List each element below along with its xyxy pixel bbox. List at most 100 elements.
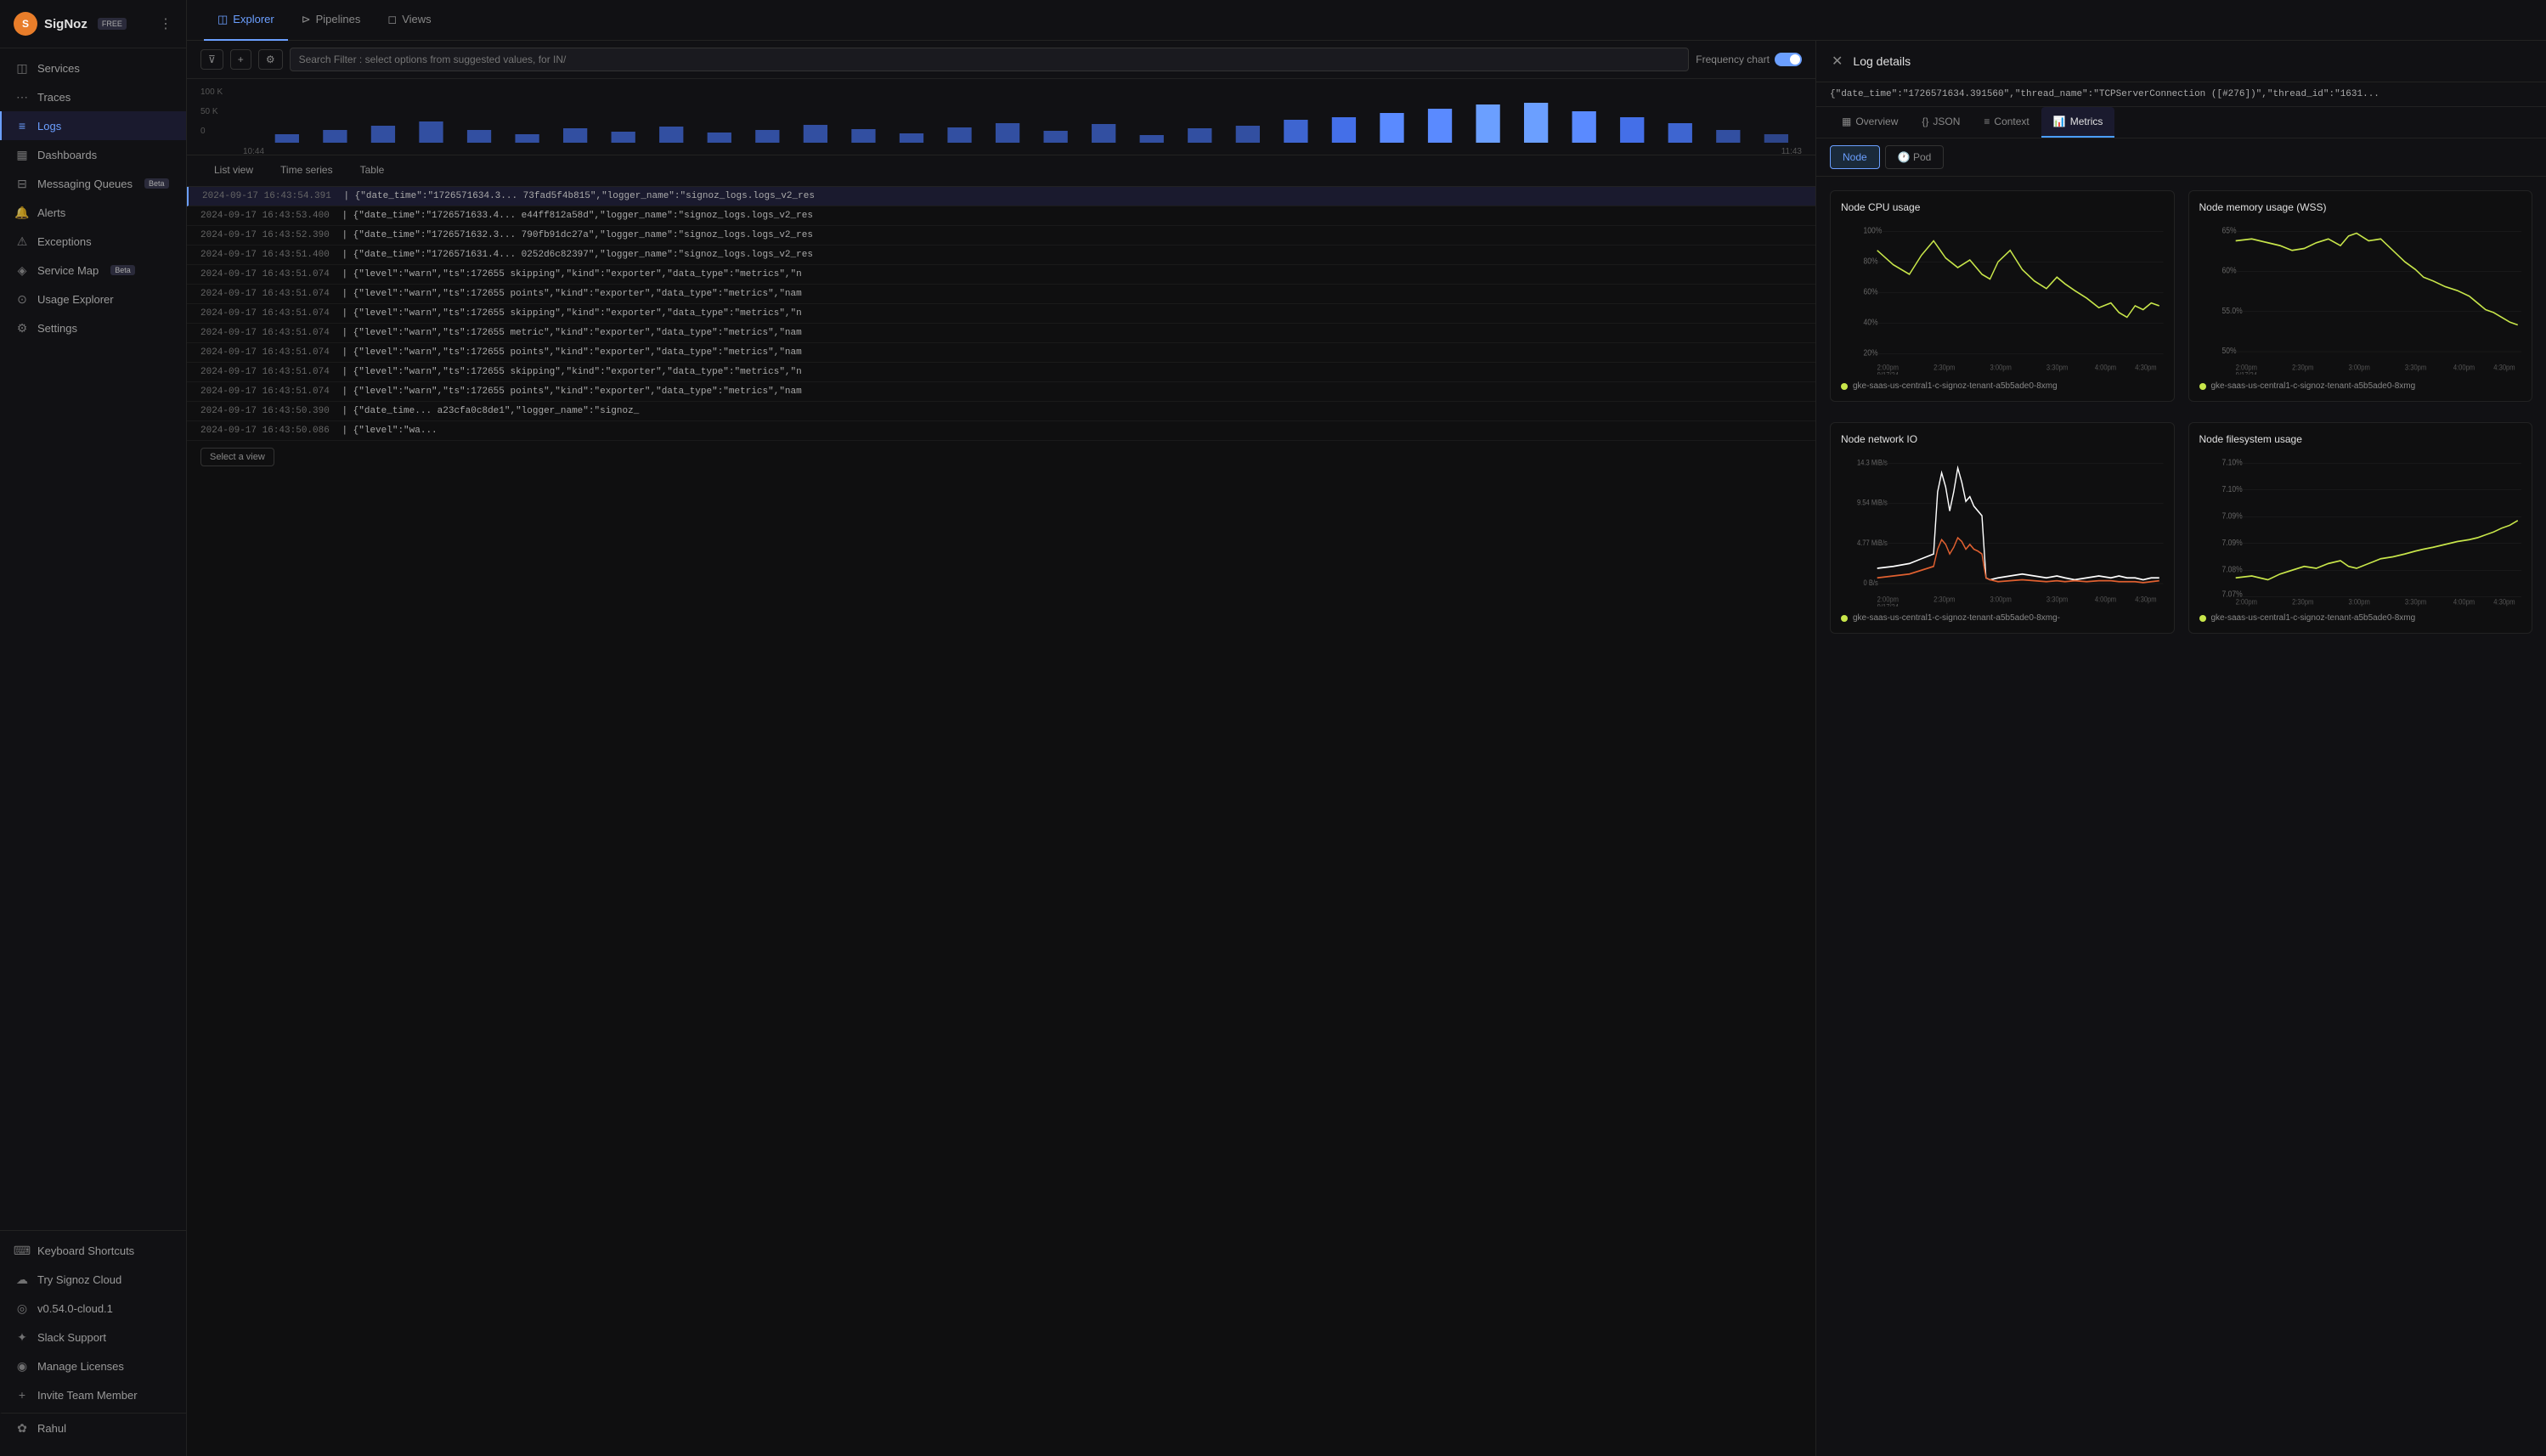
logs-icon: ≡: [15, 119, 29, 133]
sidebar-item-licenses[interactable]: ◉ Manage Licenses: [0, 1352, 186, 1380]
sidebar-item-alerts[interactable]: 🔔 Alerts: [0, 198, 186, 227]
log-timestamp: 2024-09-17 16:43:51.400: [200, 250, 330, 260]
y-label: 50 K: [200, 107, 223, 116]
legend-dot: [1841, 383, 1848, 390]
log-row[interactable]: 2024-09-17 16:43:51.074 | {"level":"warn…: [187, 285, 1815, 304]
legend-dot: [2199, 615, 2206, 622]
log-row[interactable]: 2024-09-17 16:43:51.074 | {"level":"warn…: [187, 382, 1815, 402]
search-input[interactable]: [290, 48, 1690, 71]
tab-views[interactable]: ◻ Views: [374, 0, 444, 41]
sidebar-item-label: Messaging Queues: [37, 178, 133, 190]
sidebar-item-label: Alerts: [37, 206, 65, 219]
tab-metrics[interactable]: 📊 Metrics: [2041, 107, 2115, 138]
licenses-icon: ◉: [15, 1359, 29, 1373]
sidebar-item-cloud[interactable]: ☁ Try Signoz Cloud: [0, 1265, 186, 1294]
user-icon: ✿: [15, 1421, 29, 1435]
sidebar-item-exceptions[interactable]: ⚠ Exceptions: [0, 227, 186, 256]
log-row[interactable]: 2024-09-17 16:43:54.391 | {"date_time":"…: [187, 187, 1815, 206]
sidebar-item-services[interactable]: ◫ Services: [0, 54, 186, 82]
log-timestamp: 2024-09-17 16:43:51.074: [200, 308, 330, 319]
keyboard-icon: ⌨: [15, 1244, 29, 1257]
sidebar-item-user[interactable]: ✿ Rahul: [0, 1413, 186, 1442]
log-row[interactable]: 2024-09-17 16:43:51.400 | {"date_time":"…: [187, 245, 1815, 265]
node-cpu-chart-container: 100% 80% 60% 40% 20%: [1841, 222, 2164, 375]
log-details-panel: ✕ Log details {"date_time":"1726571634.3…: [1815, 41, 2546, 1456]
tab-overview[interactable]: ▦ Overview: [1830, 107, 1910, 138]
svg-text:20%: 20%: [1864, 348, 1878, 358]
messaging-badge: Beta: [144, 178, 169, 189]
add-filter-button[interactable]: +: [230, 49, 251, 70]
subtab-pod[interactable]: 🕐 Pod: [1885, 145, 1945, 169]
sidebar-item-servicemap[interactable]: ◈ Service Map Beta: [0, 256, 186, 285]
node-filesystem-legend: gke-saas-us-central1-c-signoz-tenant-a5b…: [2199, 613, 2522, 623]
svg-text:2:30pm: 2:30pm: [1933, 363, 1955, 372]
svg-text:4:30pm: 4:30pm: [2493, 363, 2515, 372]
traces-icon: ⋯: [15, 90, 29, 104]
log-row[interactable]: 2024-09-17 16:43:53.400 | {"date_time":"…: [187, 206, 1815, 226]
sidebar-item-usage[interactable]: ⊙ Usage Explorer: [0, 285, 186, 313]
explorer-icon: ◫: [217, 13, 228, 26]
dashboards-icon: ▦: [15, 148, 29, 161]
chart-y-labels: 100 K 50 K 0: [200, 87, 223, 136]
sidebar-item-settings[interactable]: ⚙ Settings: [0, 313, 186, 342]
log-row[interactable]: 2024-09-17 16:43:50.086 | {"level":"wa..…: [187, 421, 1815, 441]
gear-icon: ⚙: [266, 54, 275, 65]
tab-json[interactable]: {} JSON: [1910, 107, 1972, 138]
subtab-node[interactable]: Node: [1830, 145, 1880, 169]
tab-pipelines[interactable]: ⊳ Pipelines: [288, 0, 375, 41]
sidebar-item-messaging[interactable]: ⊟ Messaging Queues Beta: [0, 169, 186, 198]
log-explorer: ⊽ + ⚙ Frequency chart 100 K 50 K: [187, 41, 2546, 1456]
svg-text:4:30pm: 4:30pm: [2135, 595, 2156, 604]
svg-text:4:30pm: 4:30pm: [2493, 597, 2515, 607]
frequency-toggle-switch[interactable]: [1775, 53, 1802, 66]
node-cpu-svg: 100% 80% 60% 40% 20%: [1841, 222, 2164, 375]
tab-time-series[interactable]: Time series: [267, 155, 347, 186]
panel-close-button[interactable]: ✕: [1830, 51, 1844, 71]
log-row[interactable]: 2024-09-17 16:43:51.074 | {"level":"warn…: [187, 343, 1815, 363]
tab-explorer[interactable]: ◫ Explorer: [204, 0, 288, 41]
log-row[interactable]: 2024-09-17 16:43:51.074 | {"level":"warn…: [187, 324, 1815, 343]
filter-button[interactable]: ⊽: [200, 49, 223, 70]
slack-icon: ✦: [15, 1330, 29, 1344]
select-a-view-button[interactable]: Select a view: [200, 448, 274, 466]
svg-text:3:30pm: 3:30pm: [2404, 597, 2425, 607]
svg-text:4:30pm: 4:30pm: [2135, 363, 2156, 372]
pipelines-icon: ⊳: [302, 13, 311, 26]
tab-table[interactable]: Table: [347, 155, 398, 186]
legend-label: gke-saas-us-central1-c-signoz-tenant-a5b…: [1853, 381, 2058, 391]
node-network-chart: Node network IO 14.3 MiB/s 9.54 MiB/s 4.…: [1830, 422, 2175, 634]
svg-text:2:30pm: 2:30pm: [2292, 363, 2313, 372]
log-row[interactable]: 2024-09-17 16:43:51.074 | {"level":"warn…: [187, 304, 1815, 324]
tab-context[interactable]: ≡ Context: [1972, 107, 2041, 138]
svg-text:14.3 MiB/s: 14.3 MiB/s: [1857, 458, 1888, 467]
log-list: 2024-09-17 16:43:54.391 | {"date_time":"…: [187, 187, 1815, 1456]
log-row[interactable]: 2024-09-17 16:43:52.390 | {"date_time":"…: [187, 226, 1815, 245]
sidebar-item-traces[interactable]: ⋯ Traces: [0, 82, 186, 111]
sidebar-item-label: v0.54.0-cloud.1: [37, 1302, 113, 1315]
servicemap-icon: ◈: [15, 263, 29, 277]
panel-header: ✕ Log details: [1816, 41, 2546, 82]
settings-button[interactable]: ⚙: [258, 49, 283, 70]
sidebar-user-name: Rahul: [37, 1422, 66, 1435]
sidebar-item-logs[interactable]: ≡ Logs: [0, 111, 186, 140]
sidebar-item-slack[interactable]: ✦ Slack Support: [0, 1323, 186, 1352]
log-timestamp: 2024-09-17 16:43:51.074: [200, 289, 330, 299]
node-cpu-legend: gke-saas-us-central1-c-signoz-tenant-a5b…: [1841, 381, 2164, 391]
app-name: SigNoz: [44, 17, 88, 31]
log-timestamp: 2024-09-17 16:43:54.391: [202, 191, 331, 201]
sidebar-item-keyboard[interactable]: ⌨ Keyboard Shortcuts: [0, 1236, 186, 1265]
log-row[interactable]: 2024-09-17 16:43:51.074 | {"level":"warn…: [187, 363, 1815, 382]
log-row[interactable]: 2024-09-17 16:43:50.390 | {"date_time...…: [187, 402, 1815, 421]
sidebar-item-dashboards[interactable]: ▦ Dashboards: [0, 140, 186, 169]
metrics-row-2: Node network IO 14.3 MiB/s 9.54 MiB/s 4.…: [1830, 422, 2532, 634]
tab-list-view[interactable]: List view: [200, 155, 267, 186]
svg-text:9/17/24: 9/17/24: [1877, 602, 1900, 607]
sidebar-collapse-button[interactable]: ⋮: [159, 15, 172, 32]
context-icon: ≡: [1984, 116, 1990, 127]
svg-text:0 B/s: 0 B/s: [1864, 578, 1878, 588]
log-row[interactable]: 2024-09-17 16:43:51.074 | {"level":"warn…: [187, 265, 1815, 285]
sidebar-item-version[interactable]: ◎ v0.54.0-cloud.1: [0, 1294, 186, 1323]
log-toolbar: ⊽ + ⚙ Frequency chart: [187, 41, 1815, 79]
sidebar-bottom: ⌨ Keyboard Shortcuts ☁ Try Signoz Cloud …: [0, 1230, 186, 1448]
sidebar-item-invite[interactable]: + Invite Team Member: [0, 1380, 186, 1409]
